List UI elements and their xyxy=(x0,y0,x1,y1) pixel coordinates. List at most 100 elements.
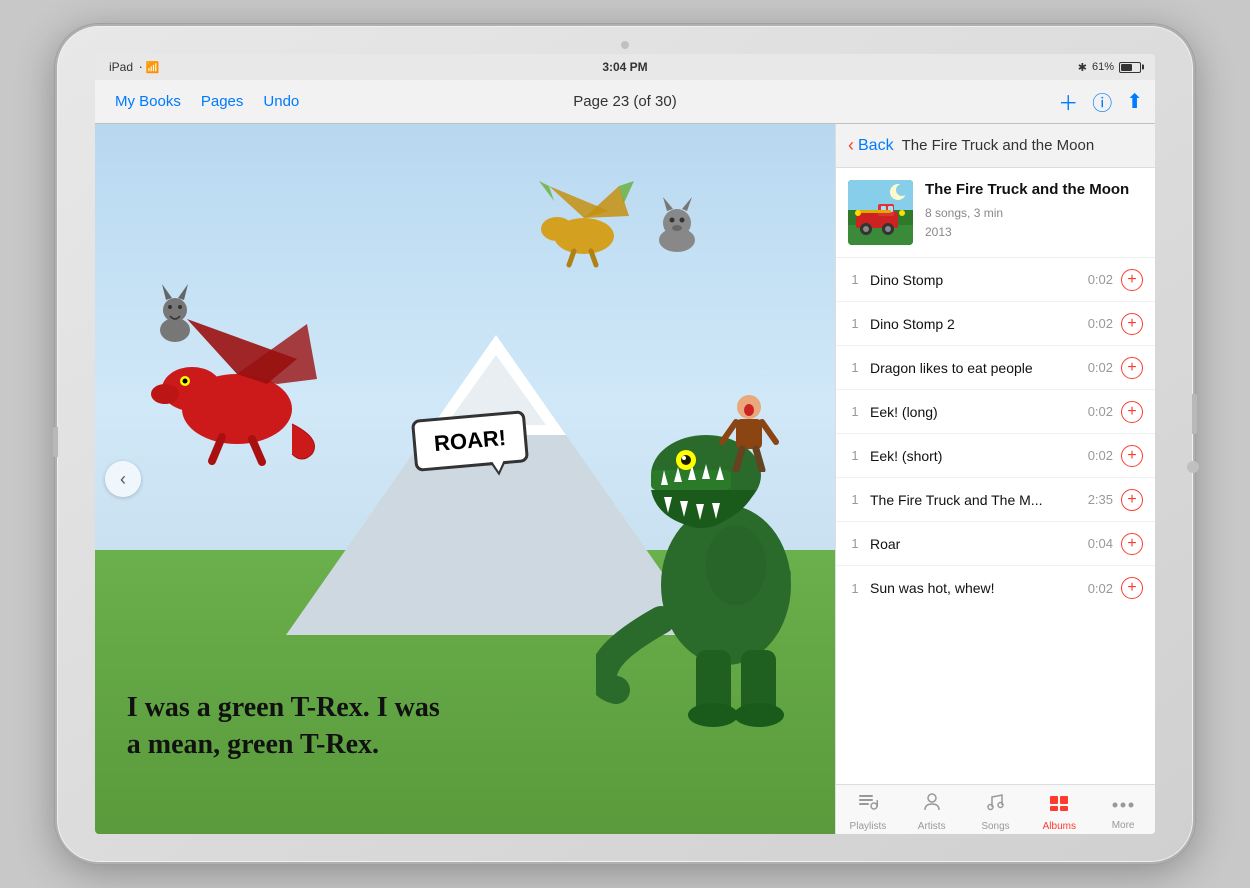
song-list-item[interactable]: 1 Dino Stomp 2 0:02 + xyxy=(836,302,1155,346)
song-list: 1 Dino Stomp 0:02 + 1 Dino Stomp 2 0:02 … xyxy=(836,258,1155,784)
device-name-label: iPad xyxy=(109,60,133,74)
roar-speech-bubble: ROAR! xyxy=(411,410,529,472)
song-list-item[interactable]: 1 Eek! (long) 0:02 + xyxy=(836,390,1155,434)
page-indicator: Page 23 (of 30) xyxy=(573,93,676,110)
album-year: 2013 xyxy=(925,223,1143,242)
song-track-number: 1 xyxy=(848,448,862,463)
songs-label: Songs xyxy=(981,821,1009,832)
tab-artists[interactable]: Artists xyxy=(900,787,964,832)
battery-fill xyxy=(1121,64,1132,71)
book-text-line1: I was a green T-Rex. I was xyxy=(127,690,710,726)
song-add-button[interactable]: + xyxy=(1121,401,1143,423)
song-track-number: 1 xyxy=(848,360,862,375)
song-title: Dragon likes to eat people xyxy=(870,360,1080,376)
status-left: iPad ⋅ 📶 xyxy=(109,60,159,74)
tab-more[interactable]: More xyxy=(1091,788,1155,831)
add-button[interactable]: ＋ xyxy=(1058,87,1078,116)
song-duration: 2:35 xyxy=(1088,492,1113,507)
song-track-number: 1 xyxy=(848,536,862,551)
info-button[interactable]: ⓘ xyxy=(1092,87,1112,116)
my-books-button[interactable]: My Books xyxy=(107,89,189,114)
back-chevron-icon: ‹ xyxy=(848,135,854,156)
song-track-number: 1 xyxy=(848,272,862,287)
albums-label: Albums xyxy=(1043,821,1076,832)
songs-icon xyxy=(984,791,1006,819)
albums-icon xyxy=(1048,791,1070,819)
toolbar: My Books Pages Undo Page 23 (of 30) ＋ ⓘ … xyxy=(95,80,1155,124)
share-button[interactable]: ⬆ xyxy=(1126,89,1143,114)
toolbar-right-buttons: ＋ ⓘ ⬆ xyxy=(1058,87,1143,116)
undo-button[interactable]: Undo xyxy=(255,89,307,114)
artists-label: Artists xyxy=(918,821,946,832)
song-duration: 0:02 xyxy=(1088,360,1113,375)
song-title: Sun was hot, whew! xyxy=(870,580,1080,596)
song-list-item[interactable]: 1 The Fire Truck and The M... 2:35 + xyxy=(836,478,1155,522)
song-list-item[interactable]: 1 Eek! (short) 0:02 + xyxy=(836,434,1155,478)
book-text-line2: a mean, green T-Rex. xyxy=(127,727,710,763)
panel-header: ‹ Back The Fire Truck and the Moon xyxy=(836,124,1155,168)
song-track-number: 1 xyxy=(848,492,862,507)
song-list-item[interactable]: 1 Dragon likes to eat people 0:02 + xyxy=(836,346,1155,390)
song-add-button[interactable]: + xyxy=(1121,357,1143,379)
song-add-button[interactable]: + xyxy=(1121,313,1143,335)
more-dots-svg xyxy=(1112,798,1134,812)
tab-songs[interactable]: Songs xyxy=(964,787,1028,832)
status-time: 3:04 PM xyxy=(602,60,647,74)
song-title: The Fire Truck and The M... xyxy=(870,492,1080,508)
power-button[interactable] xyxy=(1192,394,1197,434)
toolbar-left-buttons: My Books Pages Undo xyxy=(107,89,307,114)
ipad-screen: iPad ⋅ 📶 3:04 PM ✱ 61% My Books Pages Un… xyxy=(95,54,1155,834)
main-content: ROAR! ‹ I was a green T-Rex. I was a mea… xyxy=(95,124,1155,834)
song-track-number: 1 xyxy=(848,404,862,419)
album-name: The Fire Truck and the Moon xyxy=(925,180,1143,200)
tab-albums[interactable]: Albums xyxy=(1027,787,1091,832)
status-right: ✱ 61% xyxy=(1078,61,1141,74)
prev-page-button[interactable]: ‹ xyxy=(105,461,141,497)
tab-playlists[interactable]: Playlists xyxy=(836,787,900,832)
song-add-button[interactable]: + xyxy=(1121,577,1143,599)
album-art-svg xyxy=(848,180,913,245)
song-title: Eek! (long) xyxy=(870,404,1080,420)
song-add-button[interactable]: + xyxy=(1121,269,1143,291)
music-tab-bar: Playlists Artists xyxy=(836,784,1155,834)
album-songs-count: 8 songs, 3 min xyxy=(925,204,1143,223)
song-add-button[interactable]: + xyxy=(1121,489,1143,511)
song-add-button[interactable]: + xyxy=(1121,533,1143,555)
song-list-item[interactable]: 1 Dino Stomp 0:02 + xyxy=(836,258,1155,302)
song-duration: 0:02 xyxy=(1088,316,1113,331)
more-label: More xyxy=(1112,820,1135,831)
book-text: I was a green T-Rex. I was a mean, green… xyxy=(127,690,710,763)
album-info-section: The Fire Truck and the Moon 8 songs, 3 m… xyxy=(836,168,1155,258)
albums-svg xyxy=(1048,791,1070,813)
roar-text: ROAR! xyxy=(433,425,507,456)
volume-button[interactable] xyxy=(53,427,58,457)
person-svg xyxy=(714,392,784,472)
pages-button[interactable]: Pages xyxy=(193,89,252,114)
playlists-icon xyxy=(857,791,879,819)
panel-header-title: The Fire Truck and the Moon xyxy=(902,137,1095,154)
yellow-dragon-svg xyxy=(519,181,649,271)
album-name-line2: Moon xyxy=(1089,181,1129,198)
artists-svg xyxy=(921,791,943,813)
artists-icon xyxy=(921,791,943,819)
bluetooth-icon: ✱ xyxy=(1078,61,1087,74)
song-duration: 0:02 xyxy=(1088,272,1113,287)
song-list-item[interactable]: 1 Roar 0:04 + xyxy=(836,522,1155,566)
song-list-item[interactable]: 1 Sun was hot, whew! 0:02 + xyxy=(836,566,1155,610)
song-title: Dino Stomp 2 xyxy=(870,316,1080,332)
front-camera xyxy=(621,41,629,49)
song-duration: 0:04 xyxy=(1088,536,1113,551)
song-add-button[interactable]: + xyxy=(1121,445,1143,467)
more-icon xyxy=(1112,792,1134,818)
album-name-line1: The Fire Truck and the xyxy=(925,181,1085,198)
song-title: Roar xyxy=(870,536,1080,552)
music-panel: ‹ Back The Fire Truck and the Moon xyxy=(835,124,1155,834)
trex-svg xyxy=(596,425,826,735)
song-duration: 0:02 xyxy=(1088,581,1113,596)
playlists-svg xyxy=(857,791,879,813)
back-button[interactable]: Back xyxy=(858,137,894,155)
ipad-device: iPad ⋅ 📶 3:04 PM ✱ 61% My Books Pages Un… xyxy=(55,24,1195,864)
song-duration: 0:02 xyxy=(1088,448,1113,463)
wolf-mountain-svg xyxy=(645,195,710,260)
playlists-label: Playlists xyxy=(850,821,887,832)
